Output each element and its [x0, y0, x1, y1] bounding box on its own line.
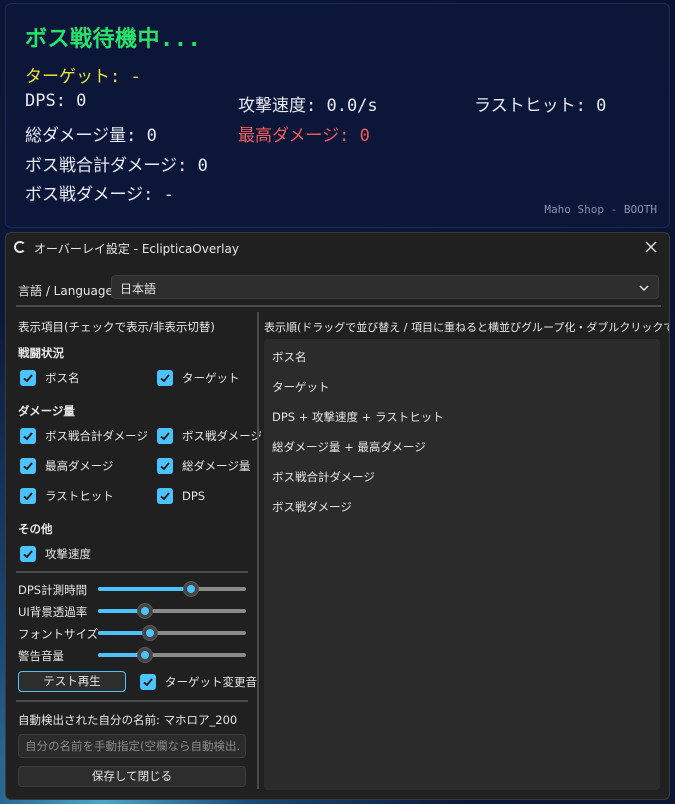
slider-label: フォントサイズ: [18, 627, 99, 641]
slider-track[interactable]: [98, 603, 246, 619]
check-icon: [157, 458, 173, 474]
check-icon: [157, 488, 173, 504]
check-icon: [20, 458, 36, 474]
name-input[interactable]: [18, 734, 246, 758]
close-icon[interactable]: [641, 237, 661, 257]
group-title-battle: 戦闘状況: [18, 346, 64, 360]
slider-label: UI背景透過率: [18, 605, 88, 619]
test-play-button[interactable]: テスト再生: [18, 671, 126, 692]
overlay-boss-total-damage: ボス戦合計ダメージ: 0: [25, 156, 208, 176]
display-items-header: 表示項目(チェックで表示/非表示切替): [18, 320, 215, 334]
slider-thumb[interactable]: [137, 603, 154, 619]
check-icon: [20, 546, 36, 562]
checkbox-target-change-sound[interactable]: ターゲット変更音: [140, 673, 257, 691]
checkbox-label: ボス戦合計ダメージ: [45, 429, 148, 443]
checkbox-label: 最高ダメージ: [45, 459, 114, 473]
column-divider: [257, 312, 259, 789]
checkbox-max-damage[interactable]: 最高ダメージ: [20, 457, 113, 475]
check-icon: [140, 674, 156, 690]
overlay-target: ターゲット: -: [25, 67, 141, 87]
group-title-other: その他: [18, 522, 53, 536]
slider-label: 警告音量: [18, 649, 64, 663]
checkbox-dps[interactable]: DPS: [157, 487, 205, 505]
save-close-button[interactable]: 保存して閉じる: [18, 766, 246, 787]
check-icon: [157, 370, 173, 386]
damage-overlay: ボス戦待機中... ターゲット: - DPS: 0 攻撃速度: 0.0/s ラス…: [5, 3, 670, 228]
checkbox-label: ラストヒット: [45, 489, 114, 503]
check-icon: [157, 428, 173, 444]
overlay-max-damage: 最高ダメージ: 0: [238, 126, 370, 146]
overlay-credit: Maho Shop - BOOTH: [544, 203, 657, 216]
checkbox-target[interactable]: ターゲット: [157, 369, 240, 387]
checkbox-attack-speed[interactable]: 攻撃速度: [20, 545, 91, 563]
checkbox-boss-damage[interactable]: ボス戦ダメージ: [157, 427, 262, 445]
overlay-dps: DPS: 0: [25, 91, 87, 111]
overlay-boss-damage: ボス戦ダメージ: -: [25, 185, 174, 205]
language-value: 日本語: [120, 282, 157, 296]
app-icon: [14, 241, 26, 253]
detected-name: 自動検出された自分の名前: マホロア_200: [18, 713, 238, 727]
slider-thumb[interactable]: [183, 581, 200, 597]
order-item[interactable]: DPS + 攻撃速度 + ラストヒット: [272, 409, 444, 425]
slider-track[interactable]: [98, 647, 246, 663]
order-item[interactable]: ボス戦ダメージ: [272, 499, 352, 515]
language-select[interactable]: 日本語: [111, 275, 659, 299]
check-icon: [20, 370, 36, 386]
order-item[interactable]: ターゲット: [272, 379, 330, 395]
slider-fill: [98, 587, 192, 591]
overlay-status: ボス戦待機中...: [25, 27, 202, 52]
check-icon: [20, 488, 36, 504]
checkbox-label: DPS: [182, 489, 206, 503]
checkbox-boss-name[interactable]: ボス名: [20, 369, 80, 387]
slider-track[interactable]: [98, 625, 246, 641]
checkbox-boss-total-damage[interactable]: ボス戦合計ダメージ: [20, 427, 148, 445]
checkbox-label: ターゲット: [182, 371, 240, 385]
order-item[interactable]: ボス戦合計ダメージ: [272, 469, 375, 485]
group-title-damage: ダメージ量: [18, 404, 75, 418]
checkbox-label: 攻撃速度: [45, 547, 91, 561]
overlay-total-damage: 総ダメージ量: 0: [25, 126, 157, 146]
check-icon: [20, 428, 36, 444]
display-order-list[interactable]: ボス名 ターゲット DPS + 攻撃速度 + ラストヒット 総ダメージ量 + 最…: [264, 339, 660, 790]
chevron-down-icon: [638, 279, 650, 297]
slider-track[interactable]: [98, 581, 246, 597]
checkbox-label: 総ダメージ量: [182, 459, 251, 473]
checkbox-last-hit[interactable]: ラストヒット: [20, 487, 114, 505]
window-title: オーバーレイ設定 - EclipticaOverlay: [34, 242, 239, 256]
checkbox-label: ターゲット変更音: [165, 675, 257, 689]
checkbox-total-damage[interactable]: 総ダメージ量: [157, 457, 250, 475]
title-bar[interactable]: オーバーレイ設定 - EclipticaOverlay: [6, 233, 669, 261]
overlay-attack-speed: 攻撃速度: 0.0/s: [238, 96, 378, 116]
divider: [16, 700, 248, 702]
divider: [16, 305, 661, 307]
slider-thumb[interactable]: [137, 647, 154, 663]
display-order-header: 表示順(ドラッグで並び替え / 項目に重ねると横並びグループ化・ダブルクリックで…: [264, 321, 670, 334]
checkbox-label: ボス名: [45, 371, 80, 385]
slider-thumb[interactable]: [141, 625, 158, 641]
checkbox-label: ボス戦ダメージ: [182, 429, 262, 443]
overlay-last-hit: ラストヒット: 0: [474, 96, 607, 116]
settings-window: オーバーレイ設定 - EclipticaOverlay 言語 / Languag…: [5, 232, 670, 800]
order-item[interactable]: ボス名: [272, 349, 307, 365]
divider: [16, 571, 248, 573]
slider-label: DPS計測時間: [18, 583, 88, 597]
order-item[interactable]: 総ダメージ量 + 最高ダメージ: [272, 439, 426, 455]
language-label: 言語 / Language: [18, 284, 113, 298]
